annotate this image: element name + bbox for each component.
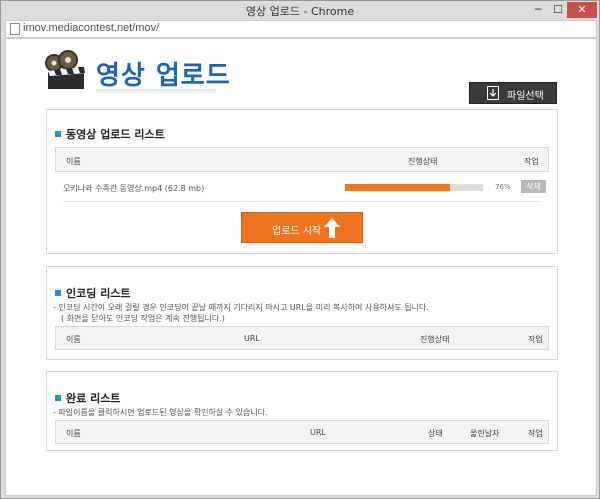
arrow-up-icon: [324, 218, 340, 238]
address-bar[interactable]: imov.mediacontest.net/mov/: [5, 20, 597, 38]
encoding-table-header: 이름 URL 진행상태 작업: [55, 326, 549, 350]
minimize-button[interactable]: ─: [529, 2, 547, 18]
close-button[interactable]: ✕: [567, 2, 597, 18]
logo-text: 영상 업로드: [96, 61, 231, 91]
file-select-label: 파일선택: [507, 91, 544, 102]
page-icon: [10, 23, 20, 35]
col-status: 진행상태: [408, 157, 438, 166]
col-action: 작업: [528, 429, 543, 438]
col-status: 상태: [428, 429, 443, 438]
encoding-note-sub: ( 화면을 닫아도 인코딩 작업은 계속 진행됩니다.): [61, 314, 225, 323]
site-logo: 영상 업로드: [44, 47, 234, 97]
col-name: 이름: [66, 157, 81, 166]
upload-table-header: 이름 진행상태 작업: [55, 147, 549, 172]
col-name: 이름: [66, 335, 81, 344]
complete-list-panel: 완료 리스트 - 파일이름을 클릭하시면 업로드된 영상을 확인하실 수 있습니…: [46, 371, 558, 451]
upload-start-label: 업로드 시작: [272, 226, 322, 237]
upload-list-title: 동영상 업로드 리스트: [55, 126, 165, 142]
col-url: URL: [310, 428, 326, 437]
download-file-icon: [487, 86, 499, 100]
upload-row: 오키나와 수족관 동영상.mp4 (62.8 mb) 76% 삭제: [55, 174, 549, 202]
section-marker-icon: [55, 290, 61, 296]
col-url: URL: [244, 334, 260, 343]
upload-progress-bar: [345, 184, 483, 191]
encoding-list-panel: 인코딩 리스트 - 인코딩 시간이 오래 걸릴 경우 인코딩이 끝날 때까지 기…: [46, 266, 558, 360]
encoding-list-title: 인코딩 리스트: [55, 285, 131, 301]
upload-filename: 오키나와 수족관 동영상.mp4 (62.8 mb): [63, 184, 205, 193]
row-divider: [63, 201, 541, 202]
col-date: 올린날자: [470, 429, 500, 438]
section-marker-icon: [55, 395, 61, 401]
col-action: 작업: [528, 335, 543, 344]
complete-note: - 파일이름을 클릭하시면 업로드된 영상을 확인하실 수 있습니다.: [53, 408, 268, 417]
encoding-note: - 인코딩 시간이 오래 걸릴 경우 인코딩이 끝날 때까지 기다리지 마시고 …: [53, 303, 429, 312]
file-select-button[interactable]: 파일선택: [469, 82, 557, 104]
address-url[interactable]: imov.mediacontest.net/mov/: [23, 22, 159, 34]
col-name: 이름: [66, 429, 81, 438]
section-marker-icon: [55, 131, 61, 137]
upload-list-panel: 동영상 업로드 리스트 이름 진행상태 작업 오키나와 수족관 동영상.mp4 …: [46, 109, 558, 254]
delete-button[interactable]: 삭제: [521, 180, 546, 193]
complete-list-title: 완료 리스트: [55, 390, 120, 406]
complete-table-header: 이름 URL 상태 올린날자 작업: [55, 420, 549, 444]
col-status: 진행상태: [420, 335, 450, 344]
browser-window: 영상 업로드 - Chrome ─ ☐ ✕ imov.mediacontest.…: [0, 0, 600, 499]
col-action: 작업: [524, 157, 539, 166]
window-title: 영상 업로드 - Chrome: [245, 5, 355, 18]
upload-progress-percent: 76%: [495, 183, 511, 191]
upload-start-button[interactable]: 업로드 시작: [241, 212, 363, 243]
film-clapper-icon: [45, 50, 86, 89]
page-content: 영상 업로드 파일선택 동영상 업로드 리스트 이름 진행상태 작업 오키나와 …: [5, 38, 597, 496]
upload-progress-fill: [345, 184, 450, 191]
title-bar: 영상 업로드 - Chrome ─ ☐ ✕: [1, 1, 599, 20]
logo-reflection: [96, 89, 216, 95]
maximize-button[interactable]: ☐: [549, 2, 567, 18]
